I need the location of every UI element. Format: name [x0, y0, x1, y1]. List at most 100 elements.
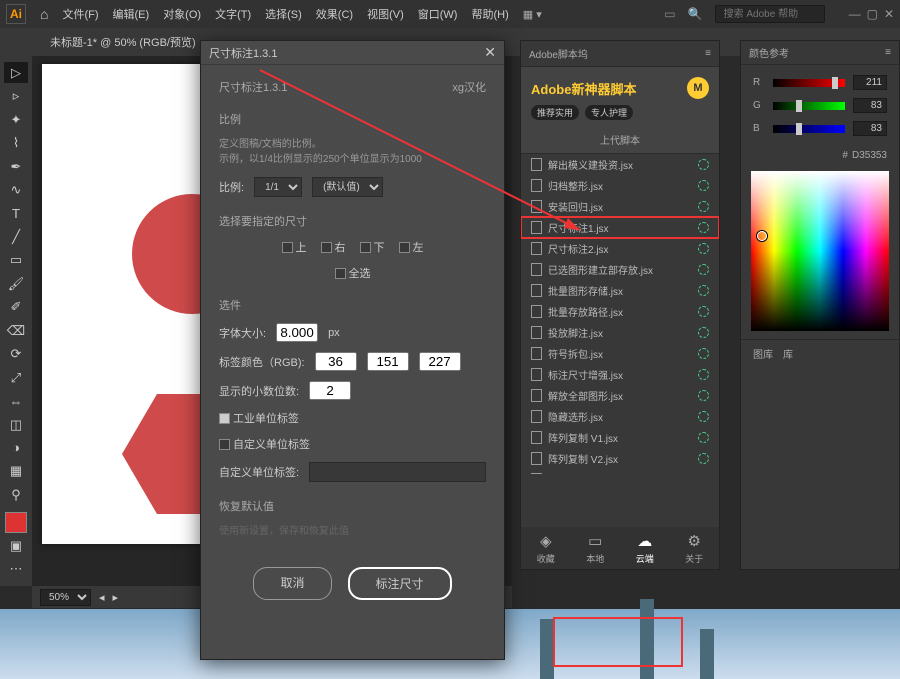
- minimize-icon[interactable]: —: [849, 7, 861, 21]
- ok-button[interactable]: 标注尺寸: [348, 567, 452, 600]
- custom-unit-input[interactable]: [309, 462, 486, 482]
- menu-window[interactable]: 窗口(W): [418, 6, 458, 22]
- workspace-icon[interactable]: ▦ ▾: [523, 8, 542, 21]
- check-bottom[interactable]: 下: [360, 239, 385, 255]
- color-r-input[interactable]: [315, 352, 357, 371]
- brush-tool-icon[interactable]: 🖌: [4, 273, 28, 294]
- script-item[interactable]: 解出模义建投资.jsx: [521, 154, 719, 175]
- check-all[interactable]: 全选: [335, 265, 371, 281]
- r-value[interactable]: 211: [853, 75, 887, 90]
- scripts-nav-item[interactable]: ▭本地: [586, 532, 604, 565]
- panel-menu-icon[interactable]: ≡: [705, 48, 711, 59]
- b-value[interactable]: 83: [853, 121, 887, 136]
- selection-tool-icon[interactable]: ▷: [4, 62, 28, 83]
- script-item[interactable]: 标注尺寸增强.jsx: [521, 364, 719, 385]
- shaper-tool-icon[interactable]: ✐: [4, 297, 28, 318]
- script-item[interactable]: 尺寸标注2.jsx: [521, 238, 719, 259]
- direct-select-tool-icon[interactable]: ▹: [4, 85, 28, 106]
- script-item[interactable]: 批量图形存储.jsx: [521, 280, 719, 301]
- check-right[interactable]: 右: [321, 239, 346, 255]
- script-item[interactable]: 随机排序.jsx: [521, 469, 719, 474]
- menu-file[interactable]: 文件(F): [62, 6, 98, 22]
- menu-effect[interactable]: 效果(C): [316, 6, 353, 22]
- menu-edit[interactable]: 编辑(E): [113, 6, 150, 22]
- line-tool-icon[interactable]: ╱: [4, 226, 28, 247]
- download-icon[interactable]: [698, 159, 709, 170]
- download-icon[interactable]: [698, 243, 709, 254]
- check-top[interactable]: 上: [282, 239, 307, 255]
- download-icon[interactable]: [698, 285, 709, 296]
- free-transform-tool-icon[interactable]: ◫: [4, 414, 28, 435]
- nav-left-icon[interactable]: ◂: [99, 591, 105, 604]
- brand-btn-1[interactable]: 推荐实用: [531, 105, 579, 120]
- pen-tool-icon[interactable]: ✒: [4, 156, 28, 177]
- script-item[interactable]: 归档整形.jsx: [521, 175, 719, 196]
- download-icon[interactable]: [698, 327, 709, 338]
- script-item[interactable]: 符号拆包.jsx: [521, 343, 719, 364]
- script-item[interactable]: 阵列复制 V2.jsx: [521, 448, 719, 469]
- wand-tool-icon[interactable]: ✦: [4, 109, 28, 130]
- download-icon[interactable]: [698, 180, 709, 191]
- menu-object[interactable]: 对象(O): [163, 6, 201, 22]
- g-value[interactable]: 83: [853, 98, 887, 113]
- shape-builder-tool-icon[interactable]: ◑: [4, 437, 28, 458]
- rect-tool-icon[interactable]: ▭: [4, 250, 28, 271]
- download-icon[interactable]: [698, 306, 709, 317]
- menu-help[interactable]: 帮助(H): [471, 6, 508, 22]
- download-icon[interactable]: [698, 201, 709, 212]
- brand-btn-2[interactable]: 专人护理: [585, 105, 633, 120]
- scripts-nav-item[interactable]: ☁云端: [636, 532, 654, 565]
- script-item[interactable]: 解放全部图形.jsx: [521, 385, 719, 406]
- decimals-input[interactable]: [309, 381, 351, 400]
- download-icon[interactable]: [698, 453, 709, 464]
- b-slider[interactable]: [773, 125, 845, 133]
- color-g-input[interactable]: [367, 352, 409, 371]
- ratio-default-select[interactable]: (默认值): [312, 177, 383, 197]
- maximize-icon[interactable]: ▢: [867, 7, 878, 21]
- check-industrial[interactable]: 工业单位标签: [219, 410, 486, 426]
- menu-view[interactable]: 视图(V): [367, 6, 404, 22]
- script-item[interactable]: 尺寸标注1.jsx: [521, 217, 719, 238]
- script-item[interactable]: 已选图形建立部存放.jsx: [521, 259, 719, 280]
- zoom-select[interactable]: 50%: [40, 589, 91, 606]
- edit-toolbar-icon[interactable]: ⋯: [4, 559, 28, 580]
- screen-mode-icon[interactable]: ▣: [4, 535, 28, 556]
- download-icon[interactable]: [698, 348, 709, 359]
- close-icon[interactable]: ✕: [884, 7, 894, 21]
- fill-swatch[interactable]: [5, 512, 27, 534]
- width-tool-icon[interactable]: ⇔: [4, 390, 28, 411]
- menu-select[interactable]: 选择(S): [265, 6, 302, 22]
- color-spectrum[interactable]: [751, 171, 889, 331]
- script-item[interactable]: 安装回归.jsx: [521, 196, 719, 217]
- script-item[interactable]: 批量存放路径.jsx: [521, 301, 719, 322]
- home-icon[interactable]: ⌂: [40, 6, 48, 22]
- curvature-tool-icon[interactable]: ∿: [4, 179, 28, 200]
- scripts-nav-item[interactable]: ⚙关于: [685, 532, 703, 565]
- dialog-titlebar[interactable]: 尺寸标注1.3.1 ✕: [201, 41, 504, 65]
- r-slider[interactable]: [773, 79, 845, 87]
- script-item[interactable]: 阵列复制 V1.jsx: [521, 427, 719, 448]
- download-icon[interactable]: [698, 432, 709, 443]
- search-input[interactable]: [715, 5, 825, 23]
- scale-tool-icon[interactable]: ⤢: [4, 367, 28, 388]
- dialog-close-icon[interactable]: ✕: [484, 44, 496, 61]
- arrange-icon[interactable]: ▭: [664, 7, 675, 21]
- lib-tab-1[interactable]: 图库: [753, 346, 773, 361]
- color-b-input[interactable]: [419, 352, 461, 371]
- nav-right-icon[interactable]: ▸: [113, 591, 119, 604]
- lasso-tool-icon[interactable]: ⌇: [4, 132, 28, 153]
- color-panel-menu-icon[interactable]: ≡: [885, 47, 891, 58]
- download-icon[interactable]: [698, 390, 709, 401]
- scripts-nav-item[interactable]: ◈收藏: [537, 532, 555, 565]
- cancel-button[interactable]: 取消: [253, 567, 331, 600]
- eraser-tool-icon[interactable]: ⌫: [4, 320, 28, 341]
- eyedropper-tool-icon[interactable]: ⚲: [4, 484, 28, 505]
- scripts-list[interactable]: 解出模义建投资.jsx归档整形.jsx安装回归.jsx尺寸标注1.jsx尺寸标注…: [521, 154, 719, 474]
- download-icon[interactable]: [698, 411, 709, 422]
- font-size-input[interactable]: [276, 323, 318, 342]
- gradient-tool-icon[interactable]: ▦: [4, 461, 28, 482]
- check-custom-unit[interactable]: 自定义单位标签: [219, 436, 486, 452]
- ratio-select[interactable]: 1/1: [254, 177, 302, 197]
- search-icon[interactable]: 🔍: [688, 7, 703, 21]
- document-tab[interactable]: 未标题-1* @ 50% (RGB/预览): [40, 30, 206, 54]
